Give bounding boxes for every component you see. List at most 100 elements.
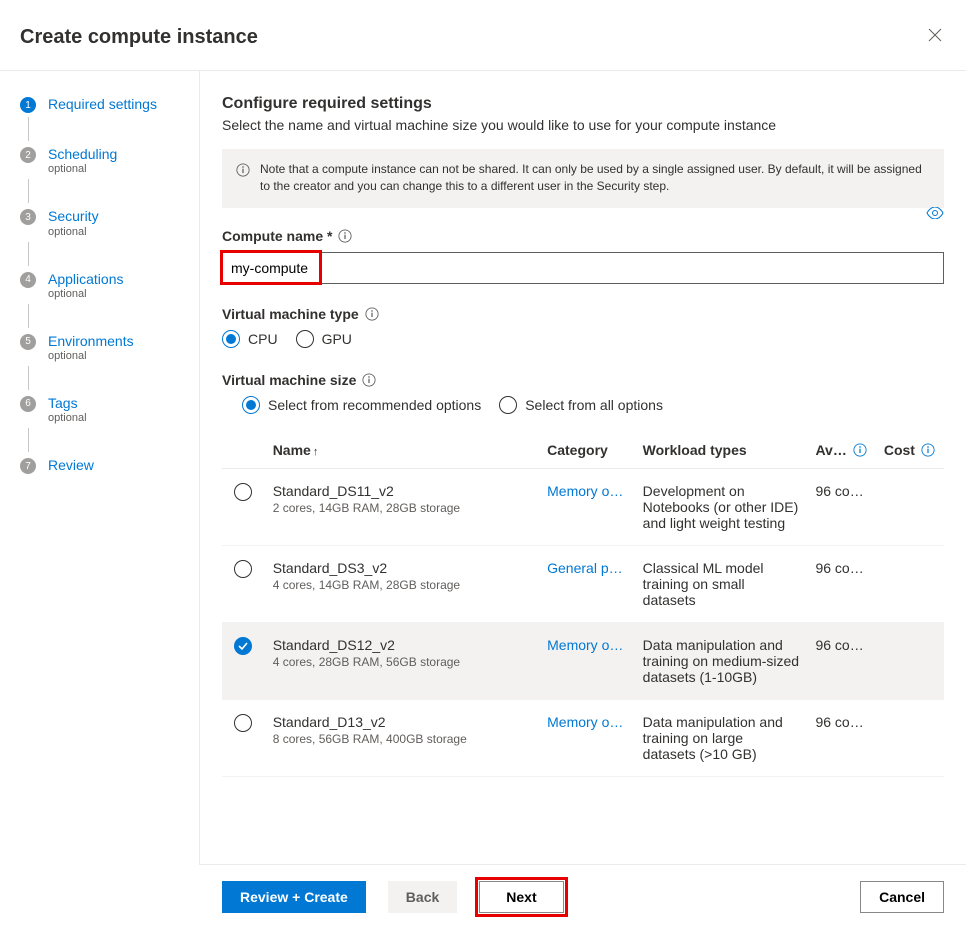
info-icon[interactable] — [362, 373, 376, 387]
vm-type-label: Virtual machine type — [222, 306, 944, 322]
radio-label: Select from recommended options — [268, 397, 481, 413]
step-number-icon: 1 — [20, 97, 36, 113]
step-number-icon: 3 — [20, 209, 36, 225]
step-number-icon: 5 — [20, 334, 36, 350]
step-security[interactable]: 3 Security optional — [20, 207, 187, 237]
step-label: Tags — [48, 395, 78, 411]
section-title: Configure required settings — [222, 95, 944, 113]
step-number-icon: 2 — [20, 147, 36, 163]
vm-availability: 96 co… — [807, 468, 875, 545]
info-icon[interactable] — [921, 443, 935, 457]
vm-availability: 96 co… — [807, 622, 875, 699]
step-label: Scheduling — [48, 146, 117, 162]
cancel-button[interactable]: Cancel — [860, 881, 944, 913]
col-header-availability[interactable]: Av… — [807, 432, 875, 469]
sort-asc-icon: ↑ — [313, 446, 319, 458]
section-subtitle: Select the name and virtual machine size… — [222, 117, 944, 133]
vm-workload: Data manipulation and training on large … — [635, 699, 808, 776]
step-label: Review — [48, 457, 94, 473]
table-row[interactable]: Standard_D13_v2 8 cores, 56GB RAM, 400GB … — [222, 699, 944, 776]
vm-workload: Classical ML model training on small dat… — [635, 545, 808, 622]
wizard-steps-sidebar: 1 Required settings 2 Scheduling optiona… — [0, 71, 200, 865]
info-icon — [236, 163, 250, 177]
vm-name: Standard_DS11_v2 — [273, 483, 531, 499]
vm-size-label: Virtual machine size — [222, 372, 944, 388]
step-tags[interactable]: 6 Tags optional — [20, 394, 187, 424]
step-label: Required settings — [48, 96, 157, 112]
step-review[interactable]: 7 Review — [20, 456, 187, 474]
step-applications[interactable]: 4 Applications optional — [20, 270, 187, 300]
vm-size-table: Name↑ Category Workload types Av… Cost S… — [222, 432, 944, 777]
step-environments[interactable]: 5 Environments optional — [20, 332, 187, 362]
row-radio[interactable] — [234, 714, 252, 732]
vm-specs: 4 cores, 28GB RAM, 56GB storage — [273, 655, 531, 669]
table-row[interactable]: Standard_DS12_v2 4 cores, 28GB RAM, 56GB … — [222, 622, 944, 699]
step-connector — [28, 179, 29, 203]
vm-category-link[interactable]: Memory o… — [547, 714, 623, 730]
vm-specs: 2 cores, 14GB RAM, 28GB storage — [273, 501, 531, 515]
vm-name: Standard_DS3_v2 — [273, 560, 531, 576]
vm-category-link[interactable]: General p… — [547, 560, 622, 576]
row-radio[interactable] — [234, 560, 252, 578]
back-button[interactable]: Back — [388, 881, 457, 913]
vm-category-link[interactable]: Memory o… — [547, 637, 623, 653]
step-required-settings[interactable]: 1 Required settings — [20, 95, 187, 113]
vm-workload: Development on Notebooks (or other IDE) … — [635, 468, 808, 545]
step-number-icon: 4 — [20, 272, 36, 288]
step-connector — [28, 117, 29, 141]
vm-category-link[interactable]: Memory o… — [547, 483, 623, 499]
close-icon[interactable] — [924, 24, 946, 50]
step-subtext: optional — [48, 350, 134, 362]
radio-label: Select from all options — [525, 397, 663, 413]
step-label: Environments — [48, 333, 134, 349]
col-header-workload[interactable]: Workload types — [635, 432, 808, 469]
step-connector — [28, 304, 29, 328]
step-number-icon: 7 — [20, 458, 36, 474]
info-callout: Note that a compute instance can not be … — [222, 149, 944, 208]
vm-availability: 96 co… — [807, 699, 875, 776]
radio-label: GPU — [322, 331, 352, 347]
vm-availability: 96 co… — [807, 545, 875, 622]
info-icon[interactable] — [365, 307, 379, 321]
wizard-footer: Review + Create Back Next Cancel — [200, 864, 966, 928]
step-connector — [28, 242, 29, 266]
vm-type-cpu-radio[interactable]: CPU — [222, 330, 278, 348]
next-button[interactable]: Next — [479, 881, 563, 913]
info-icon[interactable] — [338, 229, 352, 243]
table-row[interactable]: Standard_DS11_v2 2 cores, 14GB RAM, 28GB … — [222, 468, 944, 545]
info-text: Note that a compute instance can not be … — [260, 161, 930, 196]
table-row[interactable]: Standard_DS3_v2 4 cores, 14GB RAM, 28GB s… — [222, 545, 944, 622]
dialog-header: Create compute instance — [0, 0, 966, 71]
row-radio[interactable] — [234, 637, 252, 655]
step-subtext: optional — [48, 288, 124, 300]
col-header-cost[interactable]: Cost — [876, 432, 944, 469]
vm-size-recommended-radio[interactable]: Select from recommended options — [242, 396, 481, 414]
step-label: Applications — [48, 271, 124, 287]
review-create-button[interactable]: Review + Create — [222, 881, 366, 913]
vm-type-gpu-radio[interactable]: GPU — [296, 330, 352, 348]
vm-name: Standard_D13_v2 — [273, 714, 531, 730]
compute-name-input[interactable] — [222, 252, 944, 284]
vm-name: Standard_DS12_v2 — [273, 637, 531, 653]
step-number-icon: 6 — [20, 396, 36, 412]
col-header-category[interactable]: Category — [539, 432, 635, 469]
compute-name-label: Compute name * — [222, 228, 944, 244]
step-subtext: optional — [48, 412, 87, 424]
main-panel: Configure required settings Select the n… — [200, 71, 966, 865]
step-connector — [28, 428, 29, 452]
info-icon[interactable] — [853, 443, 867, 457]
visibility-icon[interactable] — [926, 206, 944, 222]
step-subtext: optional — [48, 226, 99, 238]
radio-label: CPU — [248, 331, 278, 347]
vm-size-all-radio[interactable]: Select from all options — [499, 396, 663, 414]
step-scheduling[interactable]: 2 Scheduling optional — [20, 145, 187, 175]
step-subtext: optional — [48, 163, 117, 175]
vm-specs: 8 cores, 56GB RAM, 400GB storage — [273, 732, 531, 746]
dialog-title: Create compute instance — [20, 26, 258, 49]
row-radio[interactable] — [234, 483, 252, 501]
vm-specs: 4 cores, 14GB RAM, 28GB storage — [273, 578, 531, 592]
step-connector — [28, 366, 29, 390]
vm-workload: Data manipulation and training on medium… — [635, 622, 808, 699]
step-label: Security — [48, 208, 99, 224]
col-header-name[interactable]: Name↑ — [265, 432, 539, 469]
